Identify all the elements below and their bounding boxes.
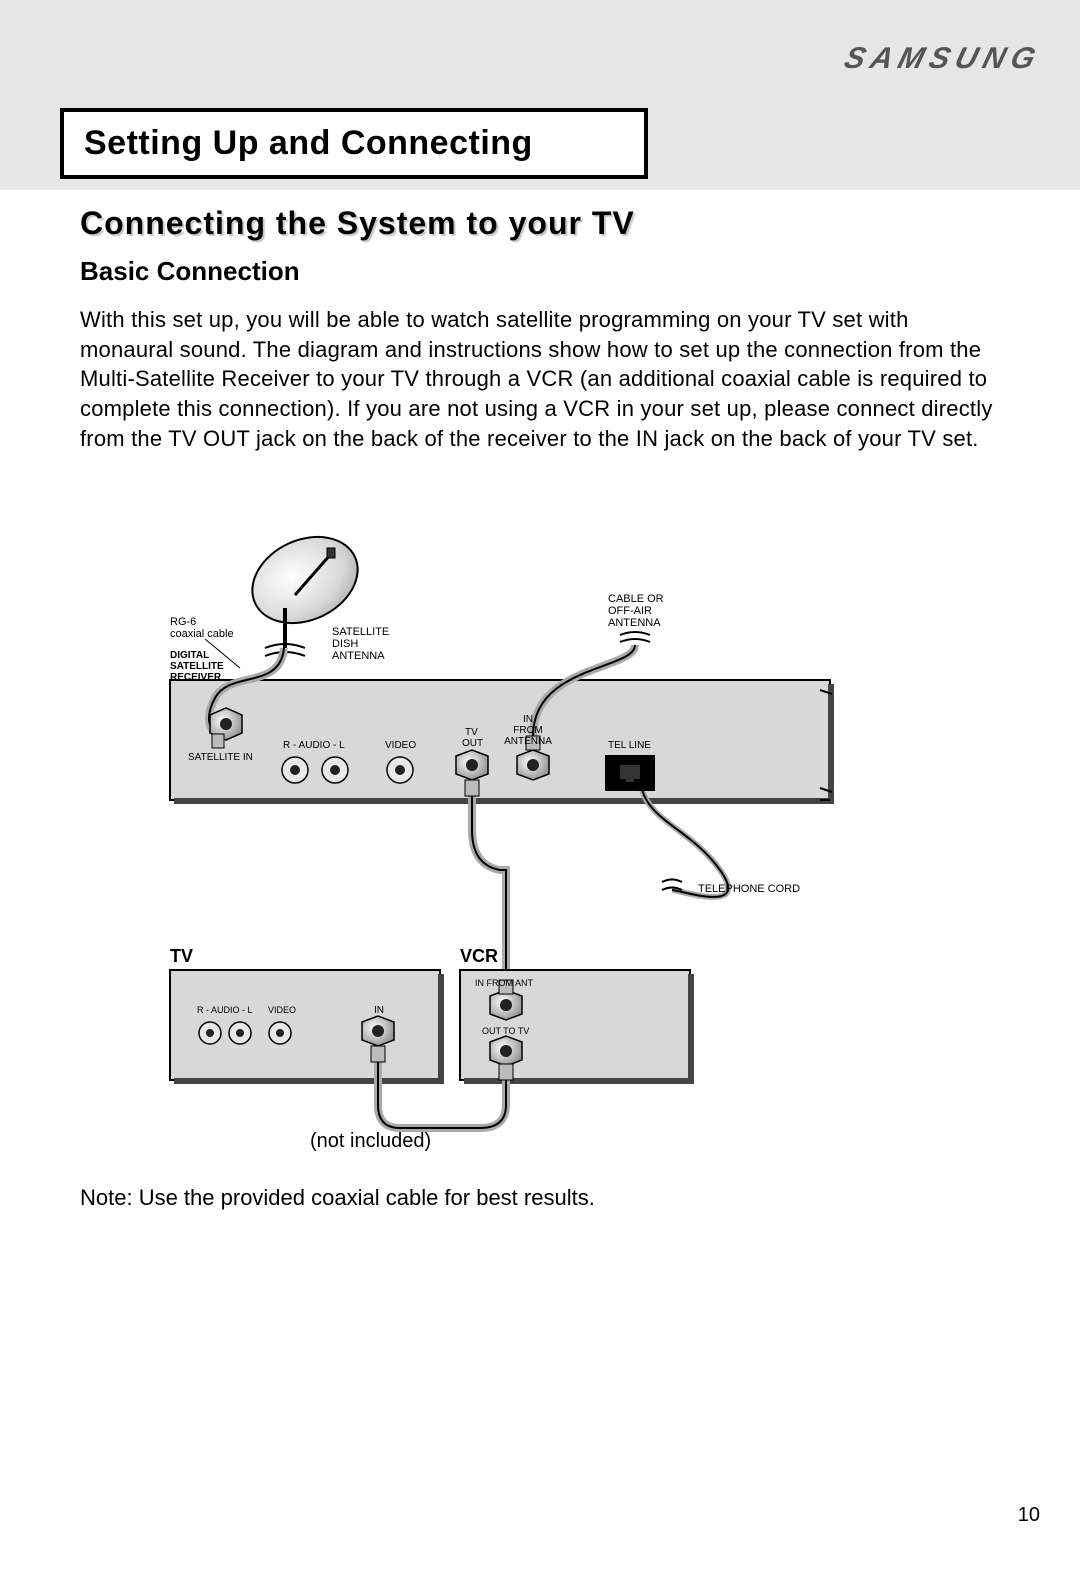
rg6-label-2: coaxial cable <box>170 628 234 640</box>
audio-l-jack-icon <box>322 757 348 783</box>
in-from-ant-label-1: IN <box>523 714 533 725</box>
dish-label-1: SATELLITE <box>332 626 389 638</box>
brand-logo: SAMSUNG <box>840 42 1044 76</box>
cable-label-1: CABLE OR <box>608 593 664 605</box>
dish-label-2: DISH <box>332 638 358 650</box>
tv-r-audio-l-label: R - AUDIO - L <box>197 1005 253 1015</box>
cable-label-2: OFF-AIR <box>608 605 652 617</box>
body-paragraph: With this set up, you will be able to wa… <box>80 305 1000 453</box>
telephone-cord-label: TELEPHONE CORD <box>698 883 800 895</box>
tv-video-jack-icon <box>269 1022 291 1044</box>
rg6-label-1: RG-6 <box>170 616 196 628</box>
audio-r-jack-icon <box>282 757 308 783</box>
tv-out-label-1: TV <box>465 727 478 738</box>
tv-audio-r-jack-icon <box>199 1022 221 1044</box>
subtitle: Connecting the System to your TV <box>80 205 1000 242</box>
note-text: Note: Use the provided coaxial cable for… <box>80 1185 595 1211</box>
vcr-panel-label: VCR <box>460 946 498 966</box>
tv-out-label-2: OUT <box>462 738 483 749</box>
video-jack-icon <box>387 757 413 783</box>
in-from-ant-label-3: ANTENNA <box>504 736 552 747</box>
section-title: Setting Up and Connecting <box>84 124 624 163</box>
tv-out-jack-icon <box>456 750 488 780</box>
brand-text: SAMSUNG <box>840 42 1044 75</box>
tel-line-label: TEL LINE <box>608 740 651 751</box>
tv-panel-label: TV <box>170 946 193 966</box>
connection-diagram: SATELLITE DISH ANTENNA RG-6 coaxial cabl… <box>80 530 1000 1190</box>
manual-page: SAMSUNG Setting Up and Connecting Connec… <box>0 0 1080 1587</box>
tv-in-label: IN <box>374 1005 384 1016</box>
cable-label-3: ANTENNA <box>608 617 661 629</box>
receiver-label-1: DIGITAL <box>170 650 209 661</box>
not-included-label: (not included) <box>310 1130 431 1153</box>
vcr-out-to-tv-label: OUT TO TV <box>482 1026 529 1036</box>
receiver-panel-icon <box>170 680 834 804</box>
receiver-label-2: SATELLITE <box>170 661 224 672</box>
page-number: 10 <box>1018 1504 1040 1527</box>
dish-label-3: ANTENNA <box>332 650 385 662</box>
tv-video-label: VIDEO <box>268 1005 296 1015</box>
tv-in-jack-icon <box>362 1016 394 1046</box>
r-audio-l-label-top: R - AUDIO - L <box>283 740 345 751</box>
video-label-top: VIDEO <box>385 740 416 751</box>
satellite-in-label: SATELLITE IN <box>188 752 253 763</box>
subsection-title: Basic Connection <box>80 256 1000 287</box>
section-title-box: Setting Up and Connecting <box>60 108 648 179</box>
vcr-in-from-ant-label: IN FROM ANT <box>475 978 534 988</box>
receiver-label-3: RECEIVER <box>170 672 222 683</box>
content-area: Connecting the System to your TV Basic C… <box>80 205 1000 453</box>
tel-line-jack-icon <box>605 755 655 791</box>
in-from-ant-label-2: FROM <box>513 725 542 736</box>
tv-audio-l-jack-icon <box>229 1022 251 1044</box>
vcr-out-jack-icon <box>490 1036 522 1066</box>
